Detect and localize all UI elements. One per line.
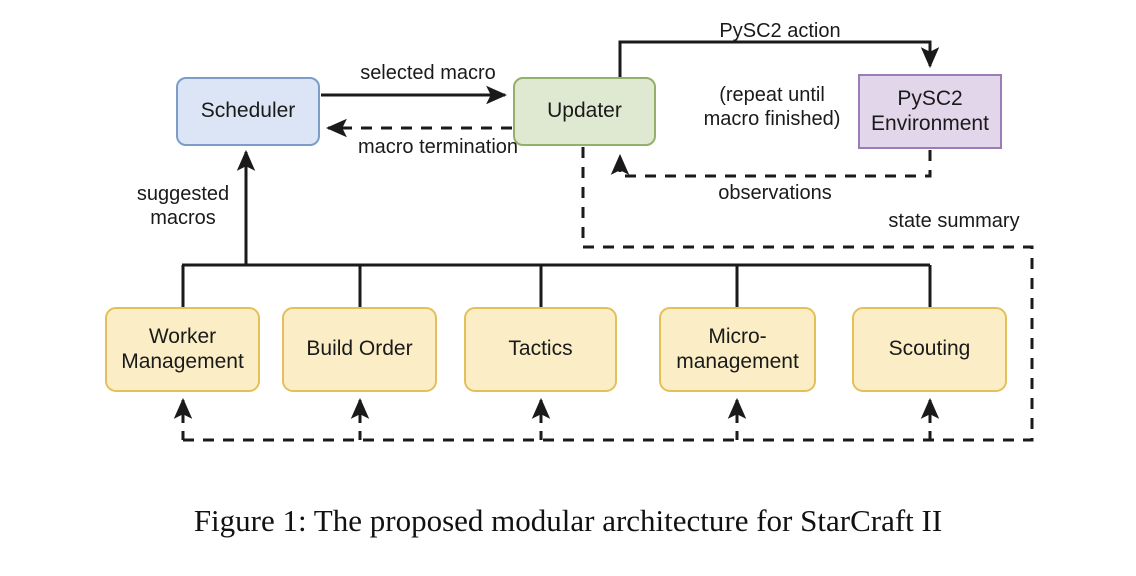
edge-label-suggested-macros: suggested macros [136,183,230,229]
node-pysc2-environment-label: PySC2 Environment [871,87,989,135]
node-module-build-order[interactable]: Build Order [282,307,437,392]
figure-container: Scheduler Updater PySC2 Environment Work… [0,0,1136,576]
node-pysc2-environment[interactable]: PySC2 Environment [858,74,1002,149]
edge-label-repeat-note: (repeat until macro finished) [703,84,841,130]
node-module-micromanagement[interactable]: Micro- management [659,307,816,392]
node-module-build-order-label: Build Order [306,337,413,361]
node-module-scouting[interactable]: Scouting [852,307,1007,392]
node-module-micromanagement-label: Micro- management [676,325,799,373]
edge-label-macro-termination: macro termination [357,136,519,158]
edge-label-observations: observations [718,182,832,204]
figure-caption: Figure 1: The proposed modular architect… [193,503,943,538]
edge-pysc2-action [618,40,940,77]
edge-label-pysc2-action: PySC2 action [719,20,841,42]
edge-label-state-summary: state summary [888,210,1020,232]
node-scheduler[interactable]: Scheduler [176,77,320,146]
node-module-tactics[interactable]: Tactics [464,307,617,392]
node-module-worker-management-label: Worker Management [121,325,244,373]
node-module-worker-management[interactable]: Worker Management [105,307,260,392]
edge-label-selected-macro: selected macro [360,62,496,84]
edge-observations [610,150,932,178]
node-module-tactics-label: Tactics [508,337,573,361]
node-updater-label: Updater [547,99,622,123]
edge-state-summary-trunk [180,147,1034,442]
node-module-scouting-label: Scouting [888,337,971,361]
node-scheduler-label: Scheduler [200,99,296,123]
